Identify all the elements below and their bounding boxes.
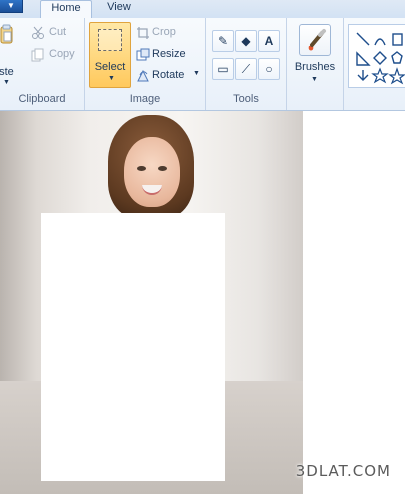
ribbon-tabbar: ▼ Home View (0, 0, 405, 19)
brushes-label: Brushes (294, 61, 336, 73)
tab-home[interactable]: Home (40, 0, 92, 18)
select-dropdown-icon: ▼ (108, 75, 115, 82)
clipboard-group-label: Clipboard (18, 93, 66, 105)
fill-button[interactable]: ◆ (235, 30, 257, 52)
pencil-button[interactable]: ✎ (212, 30, 234, 52)
paste-dropdown-icon: ▼ (3, 79, 10, 86)
paste-label: aste (0, 66, 14, 78)
copy-button[interactable]: Copy (31, 48, 79, 64)
left-eye (137, 166, 146, 171)
file-menu-icon: ▼ (7, 1, 15, 10)
resize-label: Resize (152, 48, 186, 60)
cut-icon (32, 26, 44, 39)
select-button[interactable]: Select ▼ (89, 22, 131, 88)
image-group-label: Image (129, 93, 161, 105)
eraser-button[interactable]: ▭ (212, 58, 234, 80)
magnifier-button[interactable]: ○ (258, 58, 280, 80)
image-group: Select ▼ Crop Resize Rotate ▼ Image (85, 18, 206, 110)
brushes-button[interactable]: Brushes ▼ (287, 18, 343, 88)
smile (142, 185, 162, 195)
eraser-icon: ▭ (217, 62, 229, 76)
color-picker-button[interactable]: ⟋ (235, 58, 257, 80)
ribbon: aste ▼ Cut Copy Clipboard (0, 18, 405, 111)
tab-view-label: View (107, 1, 131, 13)
canvas-workspace: 3DLAT.COM (0, 111, 405, 494)
right-eye (158, 166, 167, 171)
color-picker-icon: ⟋ (241, 62, 251, 76)
brushes-dropdown-icon: ▼ (311, 76, 318, 83)
crop-button[interactable]: Crop (136, 26, 194, 42)
brushes-icon (299, 24, 331, 56)
shapes-icon (356, 32, 405, 85)
magnifier-icon: ○ (265, 62, 273, 76)
paste-icon (0, 24, 13, 44)
white-selection-area (41, 213, 225, 481)
canvas-empty-area[interactable] (303, 111, 405, 494)
text-icon: A (264, 34, 274, 48)
copy-icon (31, 48, 44, 62)
rotate-label: Rotate (152, 69, 185, 81)
file-menu-button[interactable]: ▼ (0, 0, 23, 13)
text-button[interactable]: A (258, 30, 280, 52)
girl-face (124, 137, 180, 207)
select-icon (98, 29, 122, 51)
canvas-image[interactable] (0, 111, 303, 494)
cut-button[interactable]: Cut (31, 26, 75, 42)
copy-label: Copy (49, 48, 75, 60)
tab-home-label: Home (51, 2, 81, 14)
tools-group: ✎ ◆ A ▭ ⟋ ○ Tools (206, 18, 287, 110)
crop-icon (137, 27, 149, 39)
crop-label: Crop (152, 26, 176, 38)
paste-button[interactable]: aste ▼ (0, 22, 22, 86)
shapes-gallery[interactable] (348, 24, 405, 88)
paint-window: ▼ Home View aste ▼ (0, 0, 405, 494)
cut-label: Cut (49, 26, 67, 38)
brushes-group: Brushes ▼ (287, 18, 344, 110)
fill-icon: ◆ (241, 34, 251, 48)
resize-button[interactable]: Resize (136, 48, 198, 64)
rotate-icon (137, 69, 149, 82)
pencil-icon: ✎ (217, 34, 229, 48)
tools-group-label: Tools (233, 93, 259, 105)
clipboard-group: aste ▼ Cut Copy Clipboard (0, 18, 85, 110)
watermark-text: 3DLAT.COM (295, 462, 391, 480)
rotate-button[interactable]: Rotate ▼ (136, 69, 200, 85)
tab-view[interactable]: View (96, 0, 142, 17)
resize-icon (136, 48, 150, 61)
shapes-group (344, 18, 405, 110)
select-label: Select (94, 61, 126, 73)
rotate-dropdown-icon: ▼ (193, 70, 200, 77)
